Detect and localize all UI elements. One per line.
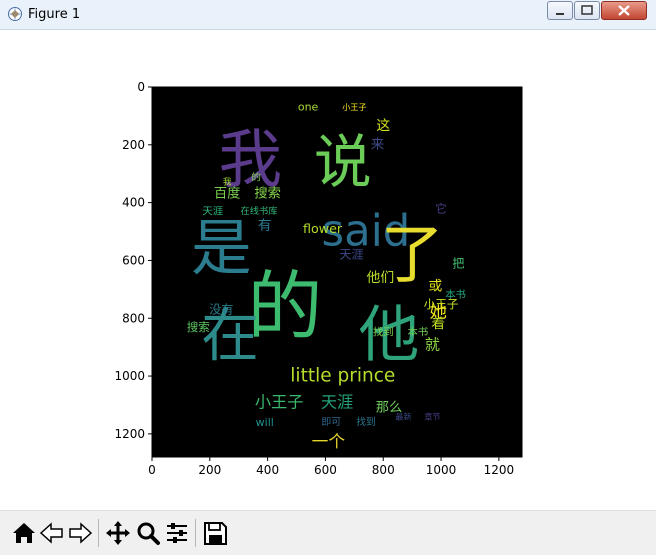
navigation-toolbar: [0, 510, 656, 555]
wordcloud-word: flower: [303, 221, 343, 236]
wordcloud-word: 天涯: [321, 393, 353, 412]
wordcloud-word: 搜索: [254, 185, 281, 201]
wordcloud-word: 说: [314, 128, 372, 196]
x-tick-label: 600: [314, 463, 337, 477]
x-tick-label: 1200: [484, 463, 515, 477]
plot-area: 我的是在 他说said了little prince小王子 天涯一个百度 搜索flowe…: [114, 80, 523, 477]
toolbar-separator: [195, 519, 196, 547]
x-axis: 0 200 400 600 800 1000 1200: [148, 457, 514, 477]
title-bar: Figure 1: [0, 0, 656, 30]
maximize-icon: [581, 5, 593, 15]
forward-button[interactable]: [65, 518, 95, 548]
wordcloud-word: 把: [452, 256, 464, 270]
wordcloud-word: 小王子: [255, 393, 304, 412]
wordcloud-word: 找到: [373, 326, 394, 339]
save-button[interactable]: [200, 518, 230, 548]
wordcloud-word: will: [256, 416, 274, 429]
wordcloud-word: one: [298, 101, 319, 114]
save-icon: [204, 522, 227, 545]
y-axis: 0 200 400 600 800 1000 1200: [114, 80, 152, 441]
wordcloud-word: 的: [251, 171, 261, 184]
back-icon: [39, 522, 63, 544]
wordcloud-word: 搜索: [187, 320, 210, 334]
wordcloud-word: 本书: [445, 288, 466, 301]
y-tick-label: 1000: [114, 369, 145, 383]
minimize-icon: [556, 13, 564, 15]
y-tick-label: 0: [137, 80, 145, 94]
x-tick-label: 200: [198, 463, 221, 477]
figure-canvas: 我的是在他说 said 了 little prince 小王子 天涯 一个 百度 搜索 flowe…: [8, 30, 648, 510]
wordcloud-word: 着: [431, 315, 445, 332]
y-tick-label: 400: [122, 196, 145, 210]
wordcloud-word: 或: [428, 278, 442, 294]
close-icon: [618, 5, 630, 16]
toolbar-separator: [98, 519, 99, 547]
back-button[interactable]: [37, 518, 67, 548]
wordcloud-word: 小王子: [342, 102, 366, 112]
wordcloud-word: 他们: [367, 270, 395, 286]
window-title: Figure 1: [28, 7, 81, 22]
wordcloud-word: 百度: [214, 185, 241, 201]
close-button[interactable]: [601, 1, 647, 20]
zoom-button[interactable]: [133, 518, 163, 548]
minimize-button[interactable]: [547, 1, 573, 20]
maximize-button[interactable]: [574, 1, 600, 20]
y-tick-label: 200: [122, 138, 145, 152]
wordcloud-word: 这: [376, 117, 390, 134]
wordcloud-word: 天涯: [202, 204, 223, 217]
y-tick-label: 800: [122, 311, 145, 325]
zoom-icon: [137, 522, 160, 545]
wordcloud-word: 天涯: [339, 248, 363, 262]
x-tick-label: 800: [372, 463, 395, 477]
app-icon: [8, 7, 22, 21]
wordcloud-word: 一个: [312, 431, 346, 451]
home-icon: [13, 523, 35, 543]
forward-icon: [69, 522, 93, 544]
wordcloud-word: 在线书库: [240, 205, 277, 217]
x-tick-label: 1000: [426, 463, 457, 477]
pan-button[interactable]: [103, 518, 133, 548]
wordcloud-word: 最新: [395, 412, 411, 422]
home-button[interactable]: [9, 518, 39, 548]
pan-icon: [106, 521, 130, 545]
subplots-button[interactable]: [162, 518, 192, 548]
wordcloud-word: 有: [258, 218, 272, 234]
wordcloud-word: 来: [371, 136, 384, 152]
wordcloud-word: 它: [435, 201, 447, 215]
wordcloud-word: 本书: [408, 326, 429, 339]
subplots-icon: [167, 523, 187, 543]
wordcloud-word: 章节: [424, 412, 440, 422]
wordcloud-word: little prince: [290, 366, 395, 387]
x-tick-label: 400: [256, 463, 279, 477]
wordcloud-word: 找到: [356, 415, 376, 428]
wordcloud-word: 即可: [321, 416, 341, 428]
y-tick-label: 1200: [114, 427, 145, 441]
wordcloud-word: 没有: [209, 302, 233, 317]
x-tick-label: 0: [148, 463, 156, 477]
wordcloud-word: 我: [223, 176, 232, 187]
y-tick-label: 600: [122, 253, 145, 267]
wordcloud-word: 是: [191, 214, 252, 284]
